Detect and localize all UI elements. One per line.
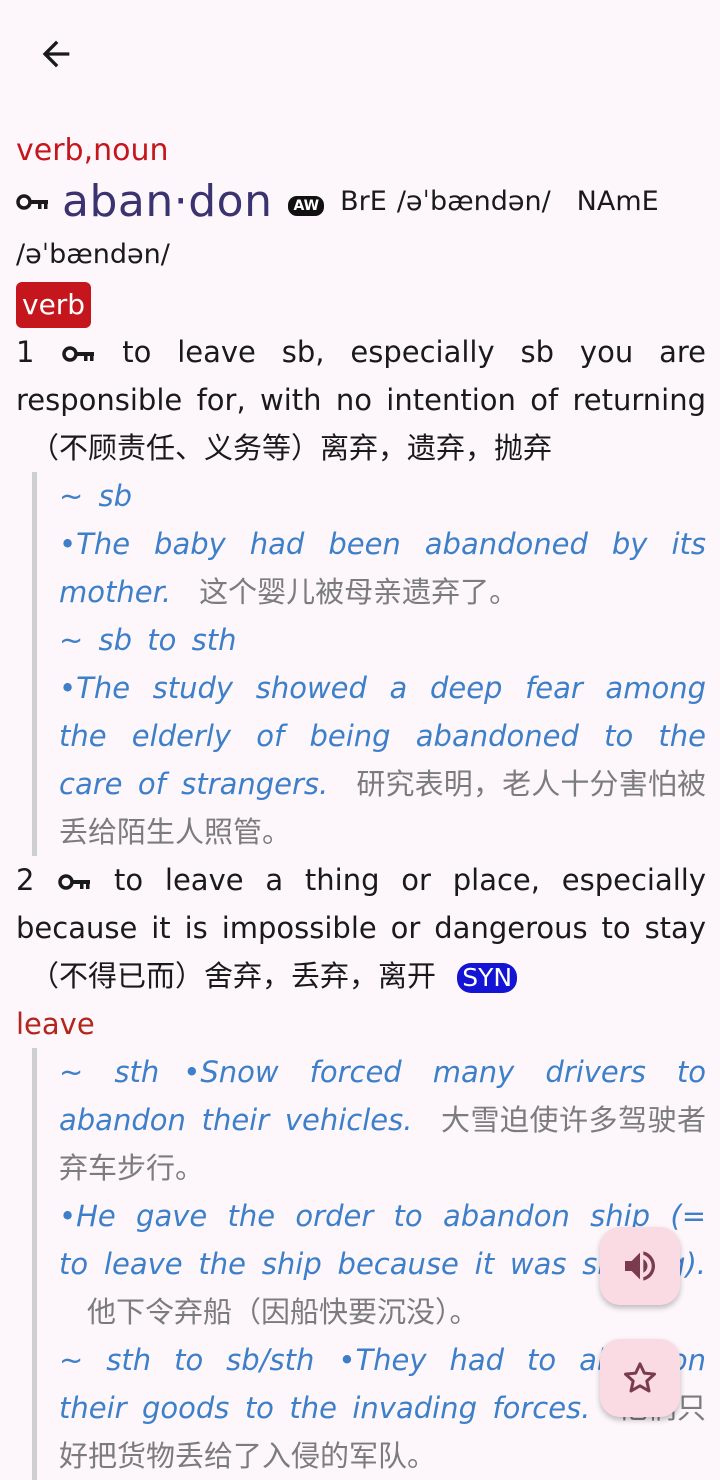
definition-text: to leave sb, especially sb you are respo…: [16, 335, 707, 417]
aw-badge: AW: [288, 196, 325, 216]
speaker-icon: [625, 1251, 655, 1281]
definition-zh: （不顾责任、义务等）离弃，遗弃，抛弃: [30, 431, 553, 465]
pattern: ~ sb to sth: [59, 623, 237, 657]
example: ~ sth •Snow forced many drivers to abando…: [59, 1048, 706, 1192]
headword: aban·don: [62, 176, 273, 227]
top-app-bar: [0, 0, 720, 110]
pattern: ~ sth: [59, 1055, 160, 1089]
pronounce-button[interactable]: [600, 1227, 680, 1305]
bre-pronunciation[interactable]: /əˈbændən/: [397, 174, 551, 230]
key-icon: [62, 346, 95, 362]
pos-heading: verb,noun: [16, 133, 169, 168]
headword-line: aban·don AW BrE /əˈbændən/ NAmE: [16, 174, 706, 230]
arrow-left-icon: [42, 40, 70, 68]
name-pronunciation[interactable]: /əˈbændən/: [16, 230, 706, 280]
sense-1-examples: ~ sb •The baby had been abandoned by its…: [32, 472, 706, 856]
sense-1-definition: 1 to leave sb, especially sb you are res…: [16, 328, 706, 472]
favorite-button[interactable]: [600, 1339, 680, 1417]
synonym-link[interactable]: leave: [16, 1000, 706, 1048]
pattern: ~ sth to sb/sth: [59, 1343, 315, 1377]
pattern: ~ sb: [59, 479, 133, 513]
sense-number: 2: [16, 863, 35, 897]
key-icon: [16, 194, 48, 210]
definition-text: to leave a thing or place, especially be…: [16, 863, 706, 945]
name-label: NAmE: [576, 186, 659, 217]
definition-zh: （不得已而）舍弃，丢弃，离开: [30, 959, 437, 993]
star-icon: [624, 1362, 656, 1393]
sense-2-definition: 2 to leave a thing or place, especially …: [16, 856, 706, 1000]
sense-number: 1: [16, 335, 35, 369]
back-button[interactable]: [30, 30, 82, 78]
example-zh: 他下令弃船（因船快要沉没）。: [87, 1295, 479, 1329]
verb-tag: verb: [16, 282, 92, 328]
syn-badge: SYN: [457, 963, 518, 993]
example-zh: 这个婴儿被母亲遗弃了。: [199, 575, 519, 609]
bre-label: BrE: [340, 186, 387, 217]
example: •The baby had been abandoned by its moth…: [59, 520, 706, 616]
key-icon: [58, 874, 91, 890]
example: •The study showed a deep fear among the …: [59, 664, 706, 856]
